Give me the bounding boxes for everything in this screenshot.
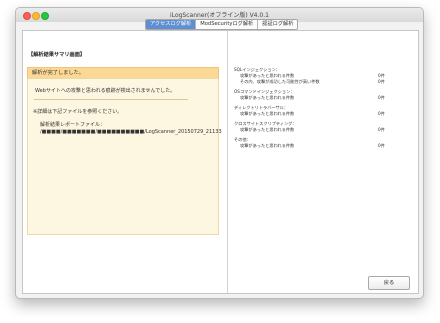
summary-row: 攻撃があったと思われる件数 0件 bbox=[234, 127, 412, 133]
page-title: 【解析結果サマリ画面】 bbox=[28, 52, 86, 58]
summary-category-os-command: OSコマンドインジェクション： 攻撃があったと思われる件数 0件 bbox=[234, 89, 412, 101]
summary-pane: SQLインジェクション： 攻撃があったと思われる件数 0件 その内、攻撃が成功し… bbox=[228, 31, 418, 293]
report-file-path[interactable]: /■■■■/■■■■■■■/■■■■■■■■■■/LogScanner_2015… bbox=[40, 129, 222, 135]
row-label: 攻撃があったと思われる件数 bbox=[240, 111, 295, 116]
attack-summary-list: SQLインジェクション： 攻撃があったと思われる件数 0件 その内、攻撃が成功し… bbox=[234, 67, 412, 153]
app-window: iLogScanner(オフライン版) V4.0.1 アクセスログ解析 ModS… bbox=[15, 7, 424, 299]
summary-category-xss: クロスサイトスクリプティング： 攻撃があったと思われる件数 0件 bbox=[234, 121, 412, 133]
row-count: 0件 bbox=[378, 127, 385, 132]
summary-row: 攻撃があったと思われる件数 0件 bbox=[234, 143, 412, 149]
divider bbox=[34, 99, 188, 100]
row-count: 0件 bbox=[378, 111, 385, 116]
result-pane: 【解析結果サマリ画面】 解析が完了しました。 Webサイトへの攻撃と思われる痕跡… bbox=[23, 31, 227, 293]
summary-category-sql-injection: SQLインジェクション： 攻撃があったと思われる件数 0件 その内、攻撃が成功し… bbox=[234, 67, 412, 85]
tab-modsecurity-log[interactable]: ModSecurityログ解析 bbox=[196, 20, 259, 29]
detail-note: ※詳細は下記ファイルを参照ください。 bbox=[33, 109, 123, 115]
result-message: Webサイトへの攻撃と思われる痕跡が検出されませんでした。 bbox=[35, 88, 176, 94]
row-count: 0件 bbox=[378, 143, 385, 148]
summary-row: 攻撃があったと思われる件数 0件 bbox=[234, 95, 412, 101]
content-frame: 【解析結果サマリ画面】 解析が完了しました。 Webサイトへの攻撃と思われる痕跡… bbox=[22, 30, 419, 294]
summary-category-other: その他： 攻撃があったと思われる件数 0件 bbox=[234, 137, 412, 149]
row-label: 攻撃があったと思われる件数 bbox=[240, 127, 295, 132]
row-count: 0件 bbox=[378, 79, 385, 84]
window-title: iLogScanner(オフライン版) V4.0.1 bbox=[170, 12, 269, 19]
result-panel: Webサイトへの攻撃と思われる痕跡が検出されませんでした。 ※詳細は下記ファイル… bbox=[27, 78, 222, 235]
tab-access-log[interactable]: アクセスログ解析 bbox=[146, 20, 197, 29]
back-button[interactable]: 戻る bbox=[368, 276, 410, 290]
report-file-label: 解析結果レポートファイル： bbox=[40, 122, 106, 128]
tab-bar: アクセスログ解析 ModSecurityログ解析 認証ログ解析 bbox=[145, 19, 299, 30]
row-count: 0件 bbox=[378, 95, 385, 100]
tab-auth-log[interactable]: 認証ログ解析 bbox=[258, 20, 297, 29]
row-label: その内、攻撃が成功した可能性が高い件数 bbox=[240, 79, 320, 84]
summary-row: 攻撃があったと思われる件数 0件 bbox=[234, 111, 412, 117]
summary-category-directory-traversal: ディレクトリトラバーサル： 攻撃があったと思われる件数 0件 bbox=[234, 105, 412, 117]
row-label: 攻撃があったと思われる件数 bbox=[240, 95, 295, 100]
summary-row: その内、攻撃が成功した可能性が高い件数 0件 bbox=[234, 79, 412, 85]
row-label: 攻撃があったと思われる件数 bbox=[240, 143, 295, 148]
